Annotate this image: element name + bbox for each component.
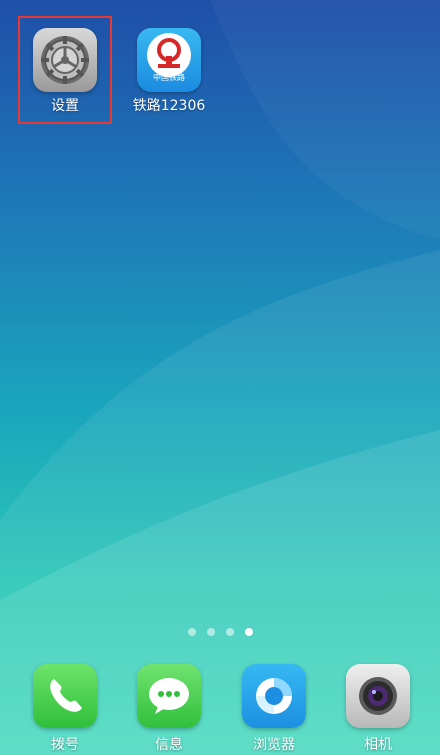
app-label-railway: 铁路12306 <box>132 98 206 114</box>
dock-app-browser[interactable]: 浏览器 <box>236 664 312 754</box>
page-dot-4-active <box>245 628 253 636</box>
dock-app-phone[interactable]: 拨号 <box>27 664 103 754</box>
dock-app-message[interactable]: 信息 <box>131 664 207 754</box>
app-label-settings: 设置 <box>51 98 79 114</box>
dock-label-browser: 浏览器 <box>253 737 295 753</box>
page-dot-1 <box>188 628 196 636</box>
page-dot-2 <box>207 628 215 636</box>
message-icon <box>137 664 201 728</box>
page-indicator <box>188 628 253 636</box>
railway-badge-text: 中国铁路 <box>153 73 185 82</box>
settings-gear-icon <box>33 28 97 92</box>
phone-icon <box>33 664 97 728</box>
dock-label-phone: 拨号 <box>51 737 79 753</box>
china-railway-icon: 中国铁路 <box>137 28 201 92</box>
app-railway-12306[interactable]: 中国铁路 铁路12306 <box>124 28 214 115</box>
home-screen: 设置 中国铁路 铁路12306 拨号 信息 浏览器 相机 <box>0 0 440 755</box>
dock-label-camera: 相机 <box>364 737 392 753</box>
page-dot-3 <box>226 628 234 636</box>
camera-icon <box>346 664 410 728</box>
app-settings[interactable]: 设置 <box>20 28 110 115</box>
dock-label-message: 信息 <box>155 737 183 753</box>
browser-icon <box>242 664 306 728</box>
dock-app-camera[interactable]: 相机 <box>340 664 416 754</box>
